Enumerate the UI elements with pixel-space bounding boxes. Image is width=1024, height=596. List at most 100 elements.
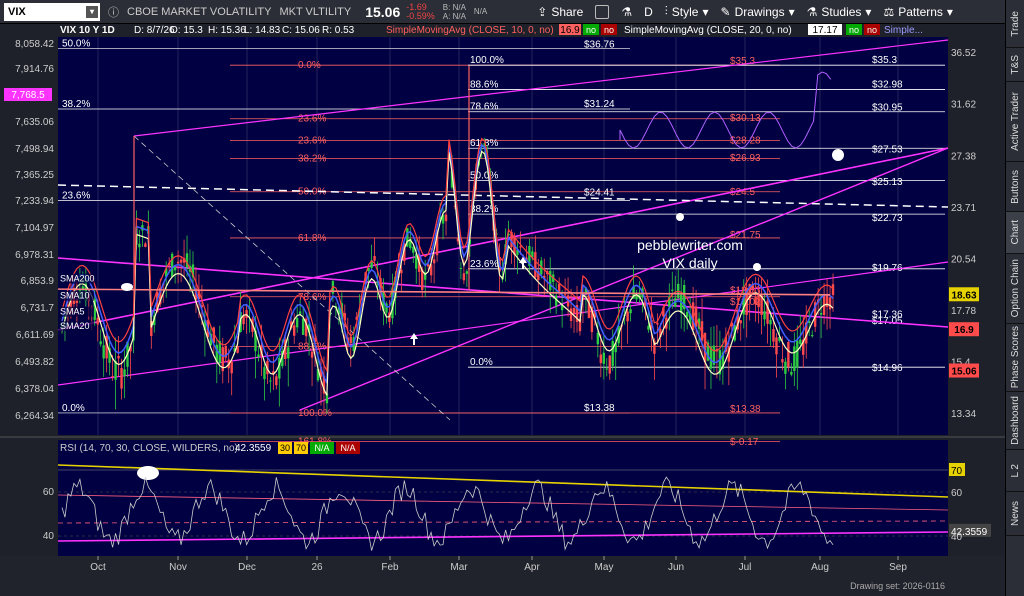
fib-left-label: 23.6% [62,191,90,202]
candle-body [828,297,832,310]
rsi-study-label: RSI (14, 70, 30, CLOSE, WILDERS, no) [60,443,238,454]
info-icon[interactable]: ⓘ [108,4,119,20]
sidebar-tab-option-chain[interactable]: Option Chain [1006,254,1024,324]
candle-body [599,354,603,364]
candle-body [465,271,469,274]
fib-white-price-label: $25.13 [872,177,903,188]
fib-red-label: 38.2% [298,154,326,165]
price-chart[interactable]: Oct Nov Dec 26 Feb Mar Apr May Jun Jul Aug Sep 8,058… [0,24,1005,596]
sma20-no-label: no [867,25,877,35]
candle-body [295,318,299,328]
candle-body [298,311,302,314]
candle-body [519,246,522,248]
candle-body [426,264,430,267]
fib-mid-price-label: $13.38 [584,403,615,414]
sidebar-tab-active-trader[interactable]: Active Trader [1006,82,1024,162]
drawings-label: Drawings [734,4,785,19]
sidebar-tab-phase-scores[interactable]: Phase Scores [1006,324,1024,392]
right-axis-tick: 31.62 [951,100,976,111]
right-sidebar: Trade T&S Active Trader Buttons Chart Option … [1005,0,1024,596]
fib-white-label: 100.0% [470,55,504,66]
symbol-input[interactable]: VIX ▾ [4,2,100,21]
candle-body [572,308,576,314]
fib-mid-price-label: $24.41 [584,187,615,198]
symbol-dropdown-icon[interactable]: ▾ [86,5,98,18]
symbol-text: VIX [8,5,26,18]
timeframe-button[interactable]: D [644,5,653,19]
candle-body [656,322,659,325]
sidebar-tab-news[interactable]: News [1006,492,1024,536]
patterns-label: Patterns [898,4,943,19]
candle-body [635,295,638,300]
candle-body [120,367,123,389]
candle-body [685,311,689,317]
patterns-button[interactable]: ⚖ Patterns ▾ [883,5,953,19]
sidebar-tab-dashboard[interactable]: Dashboard [1006,392,1024,450]
fib-red-price-label: $28.28 [730,136,761,147]
left-axis-tick: 7,498.94 [15,144,54,155]
candle-body [671,289,674,291]
candle-body [810,335,814,337]
left-axis-tick: 7,635.06 [15,117,54,128]
ohlc-value: H: 15.36 [208,25,246,36]
sidebar-tab-label: Buttons [1010,169,1021,204]
left-axis-marker-label: 7,768.5 [11,90,45,101]
sidebar-tab-label: Dashboard [1010,396,1021,445]
left-axis-tick: 6,611.69 [16,330,55,341]
right-axis-marker-label: 16.9 [954,325,974,336]
rsi-70-label: 70 [296,443,306,453]
candle-body [772,328,775,342]
rsi-30-label: 30 [280,443,290,453]
candle-body [793,346,796,371]
print-icon [595,4,610,19]
sidebar-tab-trade[interactable]: Trade [1006,0,1024,48]
x-tick-label: Nov [169,562,187,573]
sidebar-tab-t-s[interactable]: T&S [1006,48,1024,82]
left-axis-tick: 6,493.82 [15,357,54,368]
fib-white-label: 0.0% [470,357,493,368]
candle-body [534,252,537,278]
sidebar-tab-label: T&S [1010,54,1021,75]
share-label: Share [551,4,584,19]
x-tick-label: Apr [524,562,540,573]
flask-icon: ⚗ [621,4,633,19]
sidebar-tab-l-2[interactable]: L 2 [1006,450,1024,492]
sma10-no-label: no [586,25,596,35]
candle-body [775,337,778,355]
x-tick-label: Jul [739,562,752,573]
rsi-na1-label: N/A [314,443,329,453]
candle-body [596,332,600,345]
candle-body [138,243,141,248]
fib-white-price-label: $32.98 [872,80,903,91]
sidebar-tab-chart[interactable]: Chart [1006,212,1024,254]
candle-body [739,320,742,324]
fib-red-label: 61.8% [298,233,326,244]
share-button[interactable]: ⇪ Share [537,5,583,19]
sma20-no-label: no [849,25,859,35]
candle-body [763,311,766,320]
candle-body [784,361,787,374]
right-axis-tick: 20.54 [951,254,976,265]
bid-ask: B: N/A A: N/A [443,3,466,21]
sidebar-tab-buttons[interactable]: Buttons [1006,162,1024,212]
studies-button[interactable]: ⚗ Studies ▾ [807,5,872,19]
study-symbol: VIX 10 Y 1D [60,25,115,36]
sma10-no-label: no [604,25,614,35]
flask-button[interactable]: ⚗ [621,5,632,19]
candle-body [123,369,126,377]
print-button[interactable] [595,4,610,19]
fib-red-label: 78.6% [298,292,326,303]
drawings-button[interactable]: ✎ Drawings ▾ [721,5,795,19]
fib-white-price-label: $27.53 [872,144,903,155]
fib-white-label: 23.6% [470,259,498,270]
sidebar-tab-label: Trade [1010,10,1021,37]
candle-body [608,355,611,374]
watermark-site: pebblewriter.com [637,237,743,253]
instrument-name: CBOE MARKET VOLATILITY [127,5,272,18]
candle-body [787,342,790,368]
patterns-icon: ⚖ [883,4,895,19]
candle-body [257,354,260,358]
sidebar-tab-label: Option Chain [1010,259,1021,318]
candle-body [432,259,436,264]
style-button[interactable]: ⫶ Style ▾ [665,4,709,19]
